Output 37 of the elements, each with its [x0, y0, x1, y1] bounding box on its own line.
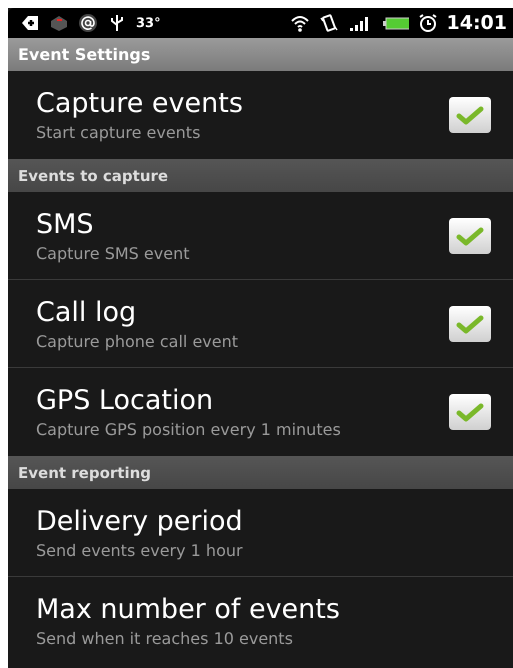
checkbox[interactable]	[449, 394, 491, 430]
preference-title: Max number of events	[36, 594, 341, 625]
clock: 14:01	[446, 12, 507, 34]
preference-row[interactable]: Capture events Start capture events	[8, 71, 513, 159]
preference-summary: Send events every 1 hour	[36, 540, 244, 560]
screen-title: Event Settings	[8, 38, 513, 71]
preference-title: Delivery period	[36, 506, 244, 536]
preference-summary: Capture SMS event	[36, 244, 190, 262]
box-icon	[49, 13, 69, 33]
checkbox[interactable]	[449, 218, 491, 254]
checkmark-icon	[456, 314, 484, 334]
checkmark-icon	[456, 402, 484, 422]
preference-title: Capture events	[36, 88, 244, 119]
preference-row[interactable]: GPS Location Capture GPS position every 1 minutes	[8, 368, 513, 456]
preference-row[interactable]: SMS Capture SMS event	[8, 192, 513, 280]
arrow-icon	[20, 13, 40, 33]
preference-row[interactable]: Delivery period Send events every 1 hour	[8, 489, 513, 577]
preference-title: Call log	[36, 296, 138, 328]
preference-summary: Send when it reaches 10 events	[36, 629, 294, 648]
preference-summary: Capture phone call event	[36, 332, 240, 350]
preference-row[interactable]: Call log Capture phone call event	[8, 280, 513, 368]
section-header: Events to capture	[8, 159, 513, 192]
checkmark-icon	[456, 105, 484, 125]
checkmark-icon	[456, 226, 484, 246]
at-sign-icon	[78, 13, 98, 33]
section-header: Event reporting	[8, 456, 513, 489]
preference-row[interactable]: Max number of events Send when it reaches 10 events	[8, 577, 513, 665]
preference-title: GPS Location	[36, 385, 214, 416]
checkbox[interactable]	[449, 97, 491, 133]
vibrate-icon	[318, 13, 339, 33]
preference-summary: Capture GPS position every 1 minutes	[36, 420, 342, 439]
temperature: 33°	[136, 16, 161, 30]
alarm-clock-icon	[418, 13, 438, 33]
checkbox[interactable]	[449, 306, 491, 342]
wifi-icon	[290, 13, 310, 33]
preference-summary: Start capture events	[36, 123, 202, 142]
preference-title: SMS	[36, 208, 95, 240]
